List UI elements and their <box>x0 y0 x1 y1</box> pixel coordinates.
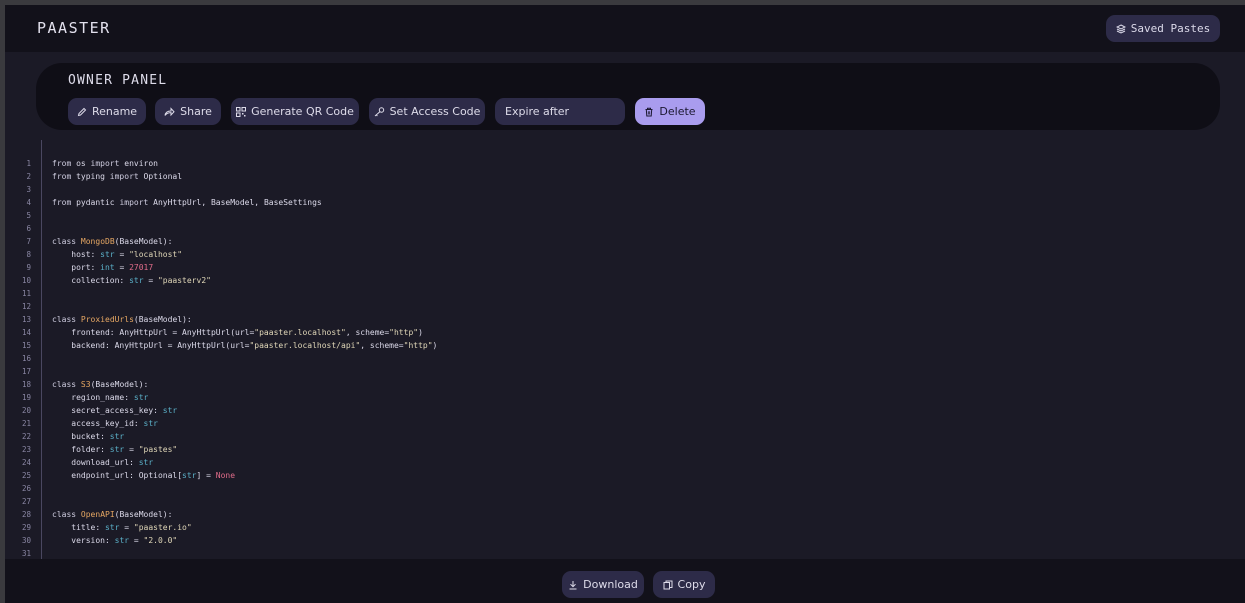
download-label: Download <box>583 578 638 591</box>
line-number: 2 <box>26 172 31 181</box>
line-number: 3 <box>26 185 31 194</box>
code-line: port: int = 27017 <box>52 263 154 272</box>
line-number: 7 <box>26 237 31 246</box>
line-number: 23 <box>21 445 31 454</box>
brand-logo[interactable]: PAASTER <box>37 19 111 37</box>
code-line: download_url: str <box>52 458 154 467</box>
download-icon <box>569 580 577 589</box>
line-number: 30 <box>21 536 31 545</box>
line-number: 8 <box>26 250 31 259</box>
line-number: 12 <box>21 302 31 311</box>
line-number: 28 <box>21 510 31 519</box>
code-line: backend: AnyHttpUrl = AnyHttpUrl(url="pa… <box>52 341 438 350</box>
rename-button[interactable]: Rename <box>68 98 146 125</box>
line-number: 11 <box>21 289 31 298</box>
code-line: class OpenAPI(BaseModel): <box>52 510 173 519</box>
set-access-code-label: Set Access Code <box>389 105 481 118</box>
code-line: from typing import Optional <box>52 172 183 181</box>
code-line: class MongoDB(BaseModel): <box>52 237 173 246</box>
code-line: collection: str = "paasterv2" <box>52 276 211 285</box>
delete-label: Delete <box>659 105 696 118</box>
line-number: 24 <box>21 458 31 467</box>
share-button[interactable]: Share <box>155 98 221 125</box>
line-number: 16 <box>21 354 31 363</box>
saved-pastes-label: Saved Pastes <box>1130 22 1211 35</box>
code-line: version: str = "2.0.0" <box>52 536 178 545</box>
line-number: 25 <box>21 471 31 480</box>
line-number: 4 <box>26 198 31 207</box>
trash-icon <box>645 107 653 116</box>
code-viewer[interactable]: 1 from os import environ 2 from typing impo… <box>5 140 1245 559</box>
code-line: folder: str = "pastes" <box>52 445 178 454</box>
code-line: from os import environ <box>52 159 158 168</box>
pencil-icon <box>77 107 87 116</box>
qr-code-icon <box>236 106 247 117</box>
download-button[interactable]: Download <box>562 571 644 598</box>
copy-button[interactable]: Copy <box>653 571 715 598</box>
code-line: frontend: AnyHttpUrl = AnyHttpUrl(url="p… <box>52 328 423 337</box>
line-number: 1 <box>26 159 31 168</box>
line-number: 22 <box>21 432 31 441</box>
line-number: 27 <box>21 497 31 506</box>
generate-qr-code-label: Generate QR Code <box>251 105 354 118</box>
owner-panel-title: OWNER PANEL <box>68 73 168 88</box>
top-bar: PAASTER Saved Pastes <box>5 5 1245 52</box>
line-number: 5 <box>26 211 31 220</box>
line-number: 21 <box>21 419 31 428</box>
code-line: from pydantic import AnyHttpUrl, BaseMod… <box>52 198 322 207</box>
line-number: 17 <box>21 367 31 376</box>
expire-after-select[interactable]: Expire after <box>495 98 625 125</box>
key-icon <box>374 106 384 116</box>
delete-button[interactable]: Delete <box>635 98 705 125</box>
line-number: 6 <box>26 224 31 233</box>
share-arrow-icon <box>164 106 175 116</box>
layers-icon <box>1115 23 1126 34</box>
line-number: 29 <box>21 523 31 532</box>
code-line: region_name: str <box>52 393 149 402</box>
line-number: 20 <box>21 406 31 415</box>
line-number: 14 <box>21 328 31 337</box>
share-label: Share <box>180 105 212 118</box>
code-line: secret_access_key: str <box>52 406 178 415</box>
line-number: 26 <box>21 484 31 493</box>
generate-qr-code-button[interactable]: Generate QR Code <box>231 98 359 125</box>
rename-label: Rename <box>91 105 138 118</box>
code-line: host: str = "localhost" <box>52 250 183 259</box>
line-number: 13 <box>21 315 31 324</box>
code-line: class ProxiedUrls(BaseModel): <box>52 315 192 324</box>
app-window: PAASTER Saved Pastes OWNER PANEL Rename … <box>5 5 1245 603</box>
line-number: 18 <box>21 380 31 389</box>
set-access-code-button[interactable]: Set Access Code <box>369 98 485 125</box>
line-number: 10 <box>21 276 31 285</box>
line-number: 9 <box>26 263 31 272</box>
code-line: title: str = "paaster.io" <box>52 523 192 532</box>
line-number: 19 <box>21 393 31 402</box>
line-number: 31 <box>21 549 31 558</box>
copy-label: Copy <box>677 578 706 591</box>
code-line: access_key_id: str <box>52 419 158 428</box>
bottom-bar: Download Copy <box>5 559 1245 603</box>
code-line: endpoint_url: Optional[str] = None <box>52 471 236 480</box>
code-line: class S3(BaseModel): <box>52 380 149 389</box>
expire-after-label: Expire after <box>505 105 570 118</box>
gutter-divider <box>41 140 42 559</box>
saved-pastes-button[interactable]: Saved Pastes <box>1106 15 1220 42</box>
line-number: 15 <box>21 341 31 350</box>
code-line: bucket: str <box>52 432 125 441</box>
copy-icon <box>663 580 673 589</box>
owner-panel: OWNER PANEL Rename Share Generate QR Cod… <box>36 63 1220 130</box>
